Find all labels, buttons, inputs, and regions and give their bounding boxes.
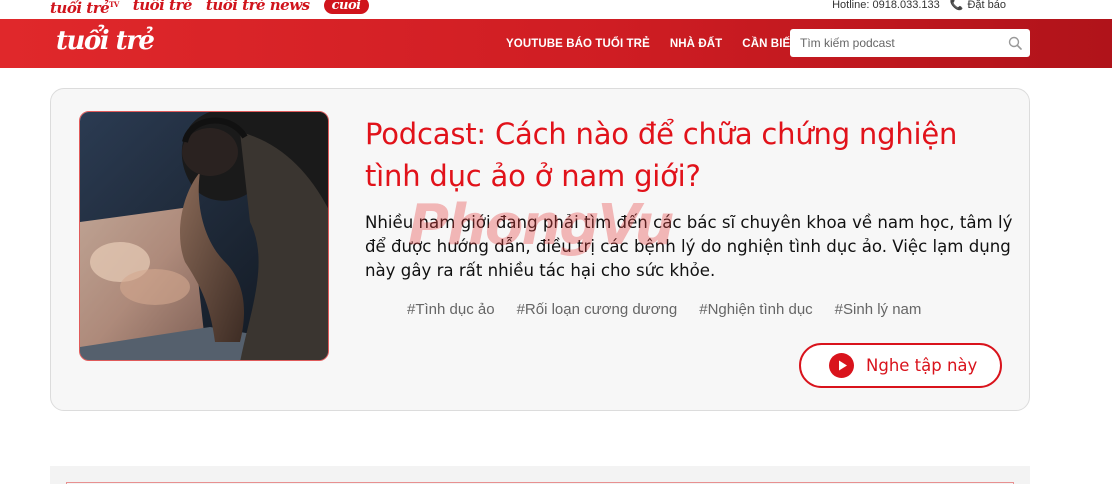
- tag-list: #Tình dục ảo #Rối loạn cương dương #Nghi…: [407, 301, 921, 318]
- phone-icon: 📞: [949, 0, 964, 11]
- next-section: [50, 466, 1030, 484]
- play-icon: [829, 353, 854, 378]
- order-link[interactable]: 📞 Đặt báo: [950, 0, 1006, 12]
- brand-logos: tuổi trẻTV tuổi trẻ tuổi trẻ news cuoi: [50, 0, 369, 17]
- top-right-links: Hotline: 0918.033.133 📞 Đặt báo: [832, 0, 1006, 12]
- nav-item-youtube[interactable]: YOUTUBE BÁO TUỔI TRẺ: [506, 38, 650, 50]
- hotline-text: Hotline: 0918.033.133: [832, 0, 940, 11]
- tuoitre-logo[interactable]: tuổi trẻ: [133, 0, 193, 14]
- search-icon[interactable]: [1008, 36, 1022, 50]
- search-box: [790, 29, 1030, 57]
- nav-item-nha-dat[interactable]: NHÀ ĐẤT: [670, 38, 722, 50]
- tuoitre-cuoi-logo[interactable]: cuoi: [323, 0, 369, 14]
- tag-item[interactable]: #Rối loạn cương dương: [517, 301, 678, 318]
- tuoitre-news-logo[interactable]: tuổi trẻ news: [206, 0, 310, 14]
- header-logo[interactable]: tuổi trẻ: [56, 26, 155, 56]
- tag-item[interactable]: #Sinh lý nam: [835, 301, 922, 318]
- thumbnail-image: [80, 112, 328, 360]
- main-header: tuổi trẻ YOUTUBE BÁO TUỔI TRẺ NHÀ ĐẤT CẦ…: [0, 19, 1112, 68]
- order-label: Đặt báo: [967, 0, 1006, 11]
- top-strip: tuổi trẻTV tuổi trẻ tuổi trẻ news cuoi H…: [0, 0, 1112, 19]
- search-input[interactable]: [790, 29, 1000, 57]
- tag-item[interactable]: #Nghiện tình dục: [699, 301, 812, 318]
- listen-episode-button[interactable]: Nghe tập này: [799, 343, 1002, 388]
- podcast-description: Nhiều nam giới đang phải tìm đến các bác…: [365, 213, 1013, 280]
- tag-item[interactable]: #Tình dục ảo: [407, 301, 495, 318]
- podcast-thumbnail[interactable]: [79, 111, 329, 361]
- podcast-card: Podcast: Cách nào để chữa chứng nghiện t…: [50, 88, 1030, 411]
- main-nav: YOUTUBE BÁO TUỔI TRẺ NHÀ ĐẤT CẦN BIẾT: [506, 19, 797, 68]
- tuoitre-tv-logo[interactable]: tuổi trẻTV: [50, 0, 119, 17]
- listen-episode-label: Nghe tập này: [866, 356, 978, 375]
- podcast-title[interactable]: Podcast: Cách nào để chữa chứng nghiện t…: [365, 113, 965, 197]
